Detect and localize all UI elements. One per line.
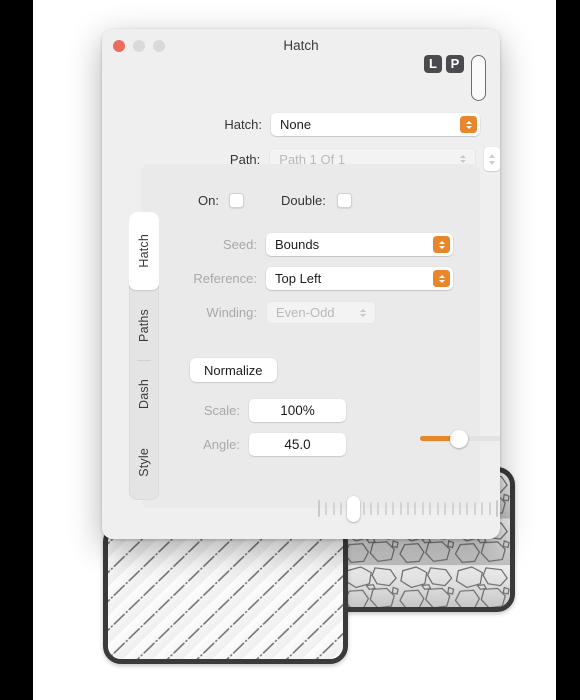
hatch-label: Hatch: [224,117,262,132]
angle-slider-tick [362,502,365,515]
angle-slider-tick [444,502,447,515]
normalize-button-label: Normalize [204,362,263,378]
hatch-row: Hatch: None [102,113,500,136]
angle-slider-tick [407,502,409,515]
seed-select[interactable]: Bounds [266,233,453,256]
angle-slider-tick [481,502,484,515]
winding-row: Winding: Even-Odd [102,301,500,324]
vertical-pill-indicator[interactable] [471,55,486,101]
hatch-select-chevron-icon[interactable] [460,116,477,133]
winding-select[interactable]: Even-Odd [266,301,376,324]
angle-row: Angle: 45.0 [102,433,500,456]
angle-slider-tick [340,502,343,515]
angle-label: Angle: [203,437,240,452]
reference-select[interactable]: Top Left [266,267,453,290]
angle-slider-tick [488,502,491,515]
winding-label: Winding: [206,305,257,320]
angle-slider-tick [496,500,498,517]
angle-input-value: 45.0 [284,437,311,452]
angle-slider-tick [325,502,328,515]
angle-slider-tick [473,502,476,515]
angle-slider-knob[interactable] [347,496,360,522]
angle-slider-tick [384,502,387,515]
reference-label: Reference: [193,271,257,286]
window-title: Hatch [283,38,319,53]
dash-dot-hatch-fill [108,529,343,659]
scale-input[interactable]: 100% [249,399,346,422]
normalize-button[interactable]: Normalize [190,358,277,382]
angle-slider-tick [429,502,432,515]
dash-dot-hatch-shape[interactable] [103,524,348,664]
path-stepper[interactable] [484,147,500,171]
reference-select-chevron-icon[interactable] [433,270,450,287]
p-badge-icon[interactable]: P [446,55,464,73]
seed-select-value: Bounds [275,237,320,252]
normalize-row: Normalize [190,358,277,382]
scale-row: Scale: 100% [102,399,500,422]
path-select-chevron-icon [460,155,467,163]
scale-label: Scale: [203,403,240,418]
angle-slider-tick [399,502,402,515]
winding-select-chevron-icon [360,308,366,317]
reference-row: Reference: Top Left [102,267,500,290]
on-checkbox[interactable] [229,193,244,208]
angle-slider-tick [436,502,439,515]
dash-dot-hatch-pattern-svg [108,529,343,659]
scale-input-value: 100% [280,403,315,418]
seed-row: Seed: Bounds [102,233,500,256]
angle-input[interactable]: 45.0 [249,433,346,456]
l-badge-icon[interactable]: L [424,55,442,73]
seed-label: Seed: [223,237,257,252]
winding-select-value: Even-Odd [276,305,335,320]
document-canvas[interactable]: Hatch L P Hatch: None Path: Path 1 Of 1 … [33,0,556,700]
screenshot-stage: Hatch L P Hatch: None Path: Path 1 Of 1 … [0,0,580,700]
double-label: Double: [281,193,326,208]
angle-slider-tick [451,502,454,515]
reference-select-value: Top Left [275,271,322,286]
tool-badges-group: L P [424,55,486,101]
hatch-select-value: None [280,117,312,132]
seed-select-chevron-icon[interactable] [433,236,450,253]
angle-slider-tick [421,502,424,515]
angle-tick-slider[interactable] [314,496,500,522]
hatch-dialog-window[interactable]: Hatch L P Hatch: None Path: Path 1 Of 1 … [102,29,500,539]
on-double-row: On: Double: [102,193,500,208]
angle-slider-tick [332,502,335,515]
angle-slider-tick [377,502,380,515]
angle-slider-tick [369,502,372,515]
on-label: On: [198,193,219,208]
angle-slider-tick [458,502,461,515]
hatch-options-panel [141,164,480,508]
angle-slider-tick [414,502,417,515]
angle-slider-ticks [314,496,500,522]
hatch-select[interactable]: None [271,113,480,136]
double-checkbox[interactable] [336,193,352,208]
angle-slider-tick [318,500,320,517]
angle-slider-tick [466,502,469,515]
angle-slider-tick [392,502,395,515]
